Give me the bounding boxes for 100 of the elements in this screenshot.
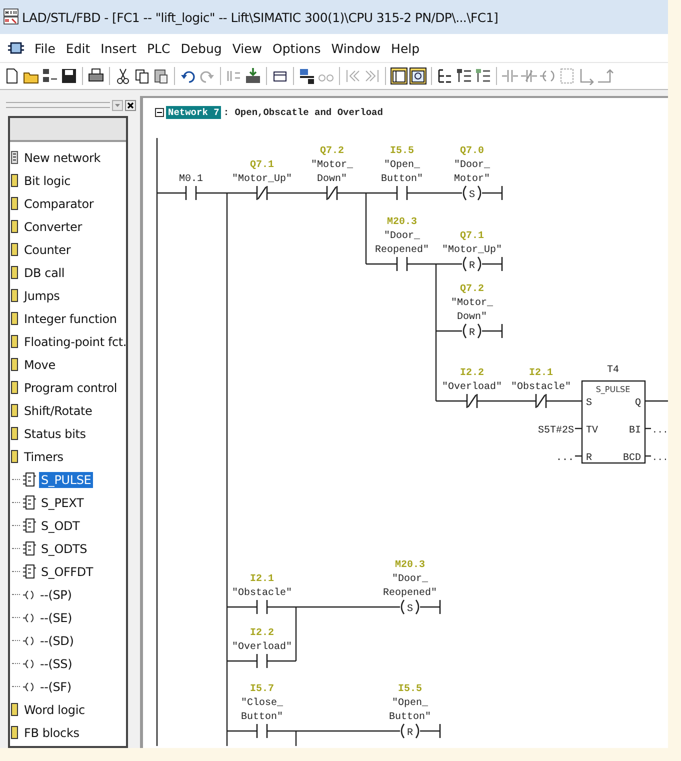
network-label[interactable]: Network 7 bbox=[166, 106, 222, 119]
coil-icon bbox=[23, 636, 35, 646]
block-icon bbox=[23, 564, 36, 579]
catalog-item[interactable]: S_PULSE bbox=[39, 472, 94, 488]
catalog-item[interactable]: Converter bbox=[22, 218, 84, 234]
folder-icon bbox=[11, 703, 18, 716]
coil-icon bbox=[23, 612, 35, 622]
symbol-name: "Motor_Up" bbox=[442, 245, 502, 256]
list-icon[interactable] bbox=[455, 67, 473, 85]
symbol-name: "Door_ bbox=[384, 231, 420, 242]
catalog-item[interactable]: Timers bbox=[22, 448, 66, 464]
folder-icon bbox=[11, 358, 18, 371]
contact[interactable] bbox=[256, 723, 268, 739]
close-icon[interactable] bbox=[125, 100, 136, 110]
coil[interactable]: R bbox=[461, 256, 503, 272]
catalog-item[interactable]: --(SS) bbox=[38, 656, 74, 672]
closed-contact[interactable] bbox=[466, 393, 478, 409]
symbol-name: "Motor_Up" bbox=[232, 174, 292, 185]
menu-item[interactable]: Insert bbox=[100, 40, 136, 56]
block-icon bbox=[23, 472, 36, 487]
pin-label: BCD bbox=[622, 453, 641, 464]
contact[interactable] bbox=[396, 256, 408, 272]
app-menu-icon[interactable] bbox=[8, 41, 24, 55]
folder-icon bbox=[11, 312, 18, 325]
pin-line bbox=[645, 455, 651, 457]
list-alt-icon[interactable] bbox=[474, 67, 492, 85]
collapse-icon[interactable] bbox=[155, 108, 164, 117]
catalog-item[interactable]: --(SE) bbox=[38, 610, 74, 626]
network-icon bbox=[11, 151, 18, 164]
catalog-item[interactable]: FB blocks bbox=[22, 724, 82, 740]
menu-item[interactable]: Options bbox=[272, 40, 321, 56]
menu-item[interactable]: Window bbox=[331, 40, 381, 56]
operand-address: Q7.1 bbox=[460, 231, 484, 242]
operand-address: Q7.1 bbox=[250, 160, 274, 171]
tree-icon[interactable] bbox=[436, 67, 454, 85]
contact[interactable] bbox=[256, 653, 268, 669]
catalog-item[interactable]: S_OFFDT bbox=[39, 564, 96, 580]
catalog-item[interactable]: Floating-point fct. bbox=[22, 334, 126, 350]
panel-zoom-icon[interactable] bbox=[409, 67, 427, 85]
branch-close-icon[interactable] bbox=[596, 67, 614, 85]
catalog-item[interactable]: Program control bbox=[22, 380, 120, 396]
panel-icon[interactable] bbox=[390, 67, 408, 85]
operand-address: I2.1 bbox=[250, 574, 274, 585]
nc-contact-icon[interactable] bbox=[520, 67, 538, 85]
copy-icon[interactable] bbox=[133, 67, 151, 85]
catalog-item[interactable]: Move bbox=[22, 356, 58, 372]
catalog-item[interactable]: Bit logic bbox=[22, 172, 73, 188]
menu-item[interactable]: View bbox=[232, 40, 262, 56]
catalog-item[interactable]: Comparator bbox=[22, 196, 96, 212]
operand-address: I2.1 bbox=[529, 368, 553, 379]
closed-contact[interactable] bbox=[535, 393, 547, 409]
contact-icon[interactable] bbox=[501, 67, 519, 85]
menu-item[interactable]: Help bbox=[391, 40, 420, 56]
timer-type: S_PULSE bbox=[596, 385, 630, 394]
catalog-item[interactable]: DB call bbox=[22, 264, 67, 280]
catalog-item[interactable]: Counter bbox=[22, 242, 73, 258]
symbol-name: "Close_ bbox=[241, 698, 283, 709]
pin-value: ... bbox=[556, 453, 574, 464]
catalog-item[interactable]: --(SP) bbox=[38, 586, 74, 602]
pin-value: ... bbox=[652, 426, 668, 436]
catalog-item[interactable]: --(SD) bbox=[38, 632, 76, 648]
symbol-name: Button" bbox=[241, 712, 283, 723]
coil[interactable]: R bbox=[461, 323, 503, 339]
menu-item[interactable]: Edit bbox=[66, 40, 90, 56]
closed-contact[interactable] bbox=[256, 185, 268, 201]
catalog-item[interactable]: Word logic bbox=[22, 702, 87, 718]
catalog-item[interactable]: Shift/Rotate bbox=[22, 402, 94, 418]
paste-icon[interactable] bbox=[152, 67, 170, 85]
operand-address: Q7.0 bbox=[460, 146, 484, 157]
folder-icon bbox=[11, 289, 18, 302]
pin-value: S5T#2S bbox=[538, 426, 574, 436]
network-comment: : Open,Obscatle and Overload bbox=[223, 107, 383, 118]
catalog-item[interactable]: Status bits bbox=[22, 426, 88, 442]
timer-block[interactable] bbox=[581, 380, 646, 464]
catalog-item[interactable]: S_PEXT bbox=[39, 494, 86, 510]
coil[interactable]: S bbox=[461, 185, 503, 201]
catalog-item[interactable]: Jumps bbox=[22, 288, 62, 304]
symbol-name: "Obstacle" bbox=[511, 382, 571, 393]
symbol-name: "Door_ bbox=[454, 160, 490, 171]
catalog-item[interactable]: --(SF) bbox=[38, 678, 74, 694]
contact[interactable] bbox=[396, 185, 408, 201]
closed-contact[interactable] bbox=[326, 185, 338, 201]
catalog-item[interactable]: New network bbox=[22, 150, 103, 166]
contact[interactable] bbox=[185, 185, 197, 201]
contact[interactable] bbox=[256, 599, 268, 615]
pin-value: ... bbox=[652, 453, 668, 463]
pin-line bbox=[575, 455, 582, 457]
catalog-item[interactable]: Integer function bbox=[22, 310, 119, 326]
coil[interactable]: S bbox=[399, 599, 441, 615]
menu-item[interactable]: PLC bbox=[147, 40, 170, 56]
operand-address: I5.5 bbox=[398, 684, 422, 695]
scissors-icon[interactable] bbox=[114, 67, 132, 85]
download-icon[interactable] bbox=[244, 67, 262, 85]
save-icon[interactable] bbox=[60, 67, 78, 85]
pin-label: Q bbox=[634, 398, 641, 409]
coil[interactable]: R bbox=[399, 723, 441, 739]
menu-item[interactable]: Debug bbox=[180, 40, 222, 56]
catalog-item[interactable]: S_ODTS bbox=[39, 540, 90, 556]
menu-item[interactable]: File bbox=[34, 40, 56, 56]
catalog-item[interactable]: S_ODT bbox=[39, 518, 82, 534]
